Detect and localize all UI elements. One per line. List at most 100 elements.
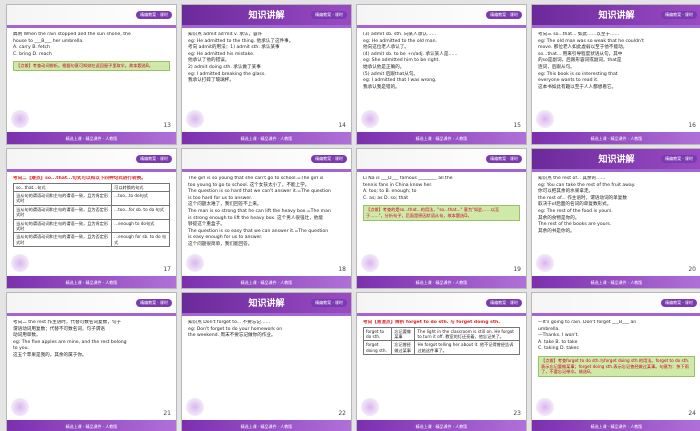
- slide-number: 24: [688, 410, 696, 417]
- slide-band: [357, 313, 526, 316]
- flower-decoration-icon: [186, 398, 204, 416]
- slide-footer-text: 精选上课 · 精品课件 · 人教版: [240, 136, 293, 141]
- slide-badge: 精编教案 · 课时: [136, 155, 172, 163]
- slide-band: [357, 169, 526, 172]
- slide-badge: 精编教案 · 课时: [661, 299, 697, 307]
- flower-decoration-icon: [186, 110, 204, 128]
- slide-text-line: 2) admit doing sth. 承认做了某事: [188, 64, 261, 70]
- table-row: so...that...句式 可以转换的句式: [13, 182, 170, 193]
- slide-text-line: 够提这个重盒子。: [188, 222, 225, 228]
- slide-thumbnail-16[interactable]: 知识讲解 精编教案 · 课时 考向三 so...that... 如此……以至于…… e…: [531, 4, 700, 145]
- slide-number: 17: [163, 266, 171, 273]
- slide-text-line: 知识点 Don't forget to... 不要忘记……: [188, 320, 271, 325]
- slide-text-line: 这个问题太难了，我们回答不上来。: [188, 202, 262, 208]
- flower-decoration-icon: [11, 254, 29, 272]
- flower-decoration-icon: [536, 254, 554, 272]
- slide-footer-text: 精选上课 · 精品课件 · 人教版: [415, 280, 468, 285]
- slide-footer-text: 精选上课 · 精品课件 · 人教版: [65, 424, 118, 429]
- table-cell: ...too...for sb. to do 句式: [111, 204, 170, 220]
- slide-text-line: 这五个苹果是我的，其余的属于你。: [13, 352, 87, 358]
- slide-text-line: 他向这位老人承认了。: [363, 45, 409, 51]
- slide-text-line: 考向 admit的用法：1) admit sth. 承认某事: [188, 45, 280, 51]
- slide-number: 16: [688, 122, 696, 129]
- slide-thumbnail-21[interactable]: 精编教案 · 课时 考向二 the rest 作主语时，代替可数名词复数，句子 谓语…: [6, 292, 177, 431]
- slide-number: 15: [513, 122, 521, 129]
- slide-thumbnail-17[interactable]: 精编教案 · 课时考向二【难点】so...that...句式可以和以下四种句式进…: [6, 148, 177, 289]
- slide-text-line: 知识点 the rest of... 其余的……: [538, 176, 606, 181]
- slide-text-line: 考向二 the rest 作主语时，代替可数名词复数，句子: [13, 320, 122, 325]
- slide-thumbnail-20[interactable]: 知识讲解 精编教案 · 课时 知识点 the rest of... 其余的…… eg:…: [531, 148, 700, 289]
- slide-number: 13: [163, 122, 171, 129]
- slide-text-line: A. too; to B. enough; to: [363, 189, 417, 195]
- slide-section-title: 考向【易混点】辨析 forget to do sth. 与 forget doi…: [363, 320, 501, 325]
- slide-table: so...that...句式 可以转换的句式当从句的谓语动词和主句的谓语一致，且为…: [13, 182, 170, 248]
- slide-text-line: 她承认他是正确的。: [363, 64, 405, 70]
- slide-text-line: to you.: [13, 346, 29, 352]
- slide-band: [7, 313, 176, 316]
- slide-footer-text: 精选上课 · 精品课件 · 人教版: [415, 136, 468, 141]
- slide-footer-text: 精选上课 · 精品课件 · 人教版: [65, 136, 118, 141]
- slide-text-line: everyone wants to read it.: [538, 78, 599, 84]
- table-cell: 忘记曾经做过某事: [391, 340, 416, 356]
- flower-decoration-icon: [536, 110, 554, 128]
- slide-text-line: C. bring D. reach: [13, 51, 52, 57]
- slide-thumbnail-19[interactable]: 精编教案 · 课时 Li Na is ___D___ famous _______…: [356, 148, 527, 289]
- table-cell: He forgot telling her about it. 他不记得曾经告诉…: [414, 340, 520, 356]
- slide-thumbnail-23[interactable]: 精编教案 · 课时 考向【易混点】辨析 forget to do sth. 与 f…: [356, 292, 527, 431]
- slide-band: [532, 25, 700, 28]
- slide-number: 14: [338, 122, 346, 129]
- slide-badge: 精编教案 · 课时: [661, 11, 697, 19]
- slide-footer-text: 精选上课 · 精品课件 · 人教版: [590, 424, 643, 429]
- slide-badge: 精编教案 · 课时: [311, 155, 347, 163]
- slide-thumbnail-15[interactable]: 精编教案 · 课时 (3) admit sb. sth. 向某人承认…… eg: H…: [356, 4, 527, 145]
- table-cell: 当从句的谓语动词和主句的谓语一致，且为否定形式时: [13, 232, 113, 248]
- slide-text-line: 你可以把其余的水果拿走。: [538, 189, 594, 195]
- slide-body: 考向三 so...that... 如此……以至于…… eg: The old ma…: [538, 32, 695, 120]
- table-row: 当从句的谓语动词和主句的谓语一致，且为否定形式时 ...enough for sb…: [13, 232, 170, 248]
- table-cell: so...that...句式: [13, 182, 113, 193]
- slide-badge: 精编教案 · 课时: [661, 155, 697, 163]
- table-cell: forget doing sth.: [363, 340, 393, 356]
- slide-band: [532, 313, 700, 316]
- slide-band: [7, 25, 176, 28]
- slide-text-line: 我承认我是错的。: [363, 84, 400, 90]
- slide-band: [182, 169, 351, 172]
- slide-body: 知识点 the rest of... 其余的…… eg: You can take…: [538, 176, 695, 264]
- slide-footer-text: 精选上课 · 精品课件 · 人教版: [240, 280, 293, 285]
- slide-thumbnail-13[interactable]: 精编教案 · 课时典例 When the rain stopped and th…: [6, 4, 177, 145]
- slide-text-line: 典例 When the rain stopped and the sun sho…: [13, 32, 131, 37]
- slide-text-line: Li Na is ___D___ famous ________ all the: [363, 176, 453, 181]
- table-cell: 忘记要做某事: [391, 326, 416, 342]
- slide-badge: 精编教案 · 课时: [486, 11, 522, 19]
- slide-thumbnail-24[interactable]: 精编教案 · 课时 —It's going to rain. Don't forg…: [531, 292, 700, 431]
- slide-text-line: 我承认打碎了玻璃杯。: [188, 78, 234, 84]
- slide-text-line: C. taking D. takes: [538, 346, 579, 352]
- slide-footer-text: 精选上课 · 精品课件 · 人教版: [415, 424, 468, 429]
- slide-thumbnail-22[interactable]: 知识讲解 精编教案 · 课时 知识点 Don't forget to... 不要忘记…: [181, 292, 352, 431]
- slide-body: 知识点 Don't forget to... 不要忘记…… eg: Don't f…: [188, 320, 345, 408]
- slide-thumbnail-18[interactable]: 精编教案 · 课时 The girl is so young that she c…: [181, 148, 352, 289]
- slide-text-line: is easy enough for us to answer.: [188, 235, 263, 241]
- table-row: forget doing sth. 忘记曾经做过某事 He forgot telli…: [363, 340, 520, 356]
- slide-badge: 精编教案 · 课时: [136, 11, 172, 19]
- slide-number: 19: [513, 266, 521, 273]
- table-cell: ...enough for sb. to do 句式: [111, 232, 170, 248]
- slide-text-line: 考向三 so...that... 如此……以至于……: [538, 32, 620, 37]
- slide-thumbnail-14[interactable]: 知识讲解 精编教案 · 课时 知识点 admit ad'mit v. 承认，容许 eg…: [181, 4, 352, 145]
- slide-number: 23: [513, 410, 521, 417]
- table-cell: ...enough to do句式: [111, 218, 170, 234]
- flower-decoration-icon: [186, 254, 204, 272]
- slide-body: —It's going to rain. Don't forget ___B__…: [538, 320, 695, 408]
- flower-decoration-icon: [361, 398, 379, 416]
- flower-decoration-icon: [536, 398, 554, 416]
- slide-body: The girl is so young that she can't go t…: [188, 176, 345, 264]
- slide-section-title: 考向二【难点】so...that...句式可以和以下四种句式进行转换。: [13, 176, 146, 181]
- slide-text-line: A. carry B. fetch: [13, 45, 50, 51]
- table-row: forget to do sth. 忘记要做某事 The light in the …: [363, 326, 520, 342]
- slide-text-line: 取决于of后面的名词的单复数形式。: [538, 202, 612, 208]
- slide-number: 18: [338, 266, 346, 273]
- slide-table: forget to do sth. 忘记要做某事 The light in the …: [363, 326, 520, 356]
- slide-number: 21: [163, 410, 171, 417]
- slide-body: (3) admit sb. sth. 向某人承认…… eg: He admitte…: [363, 32, 520, 120]
- slide-body: Li Na is ___D___ famous ________ all the…: [363, 176, 520, 264]
